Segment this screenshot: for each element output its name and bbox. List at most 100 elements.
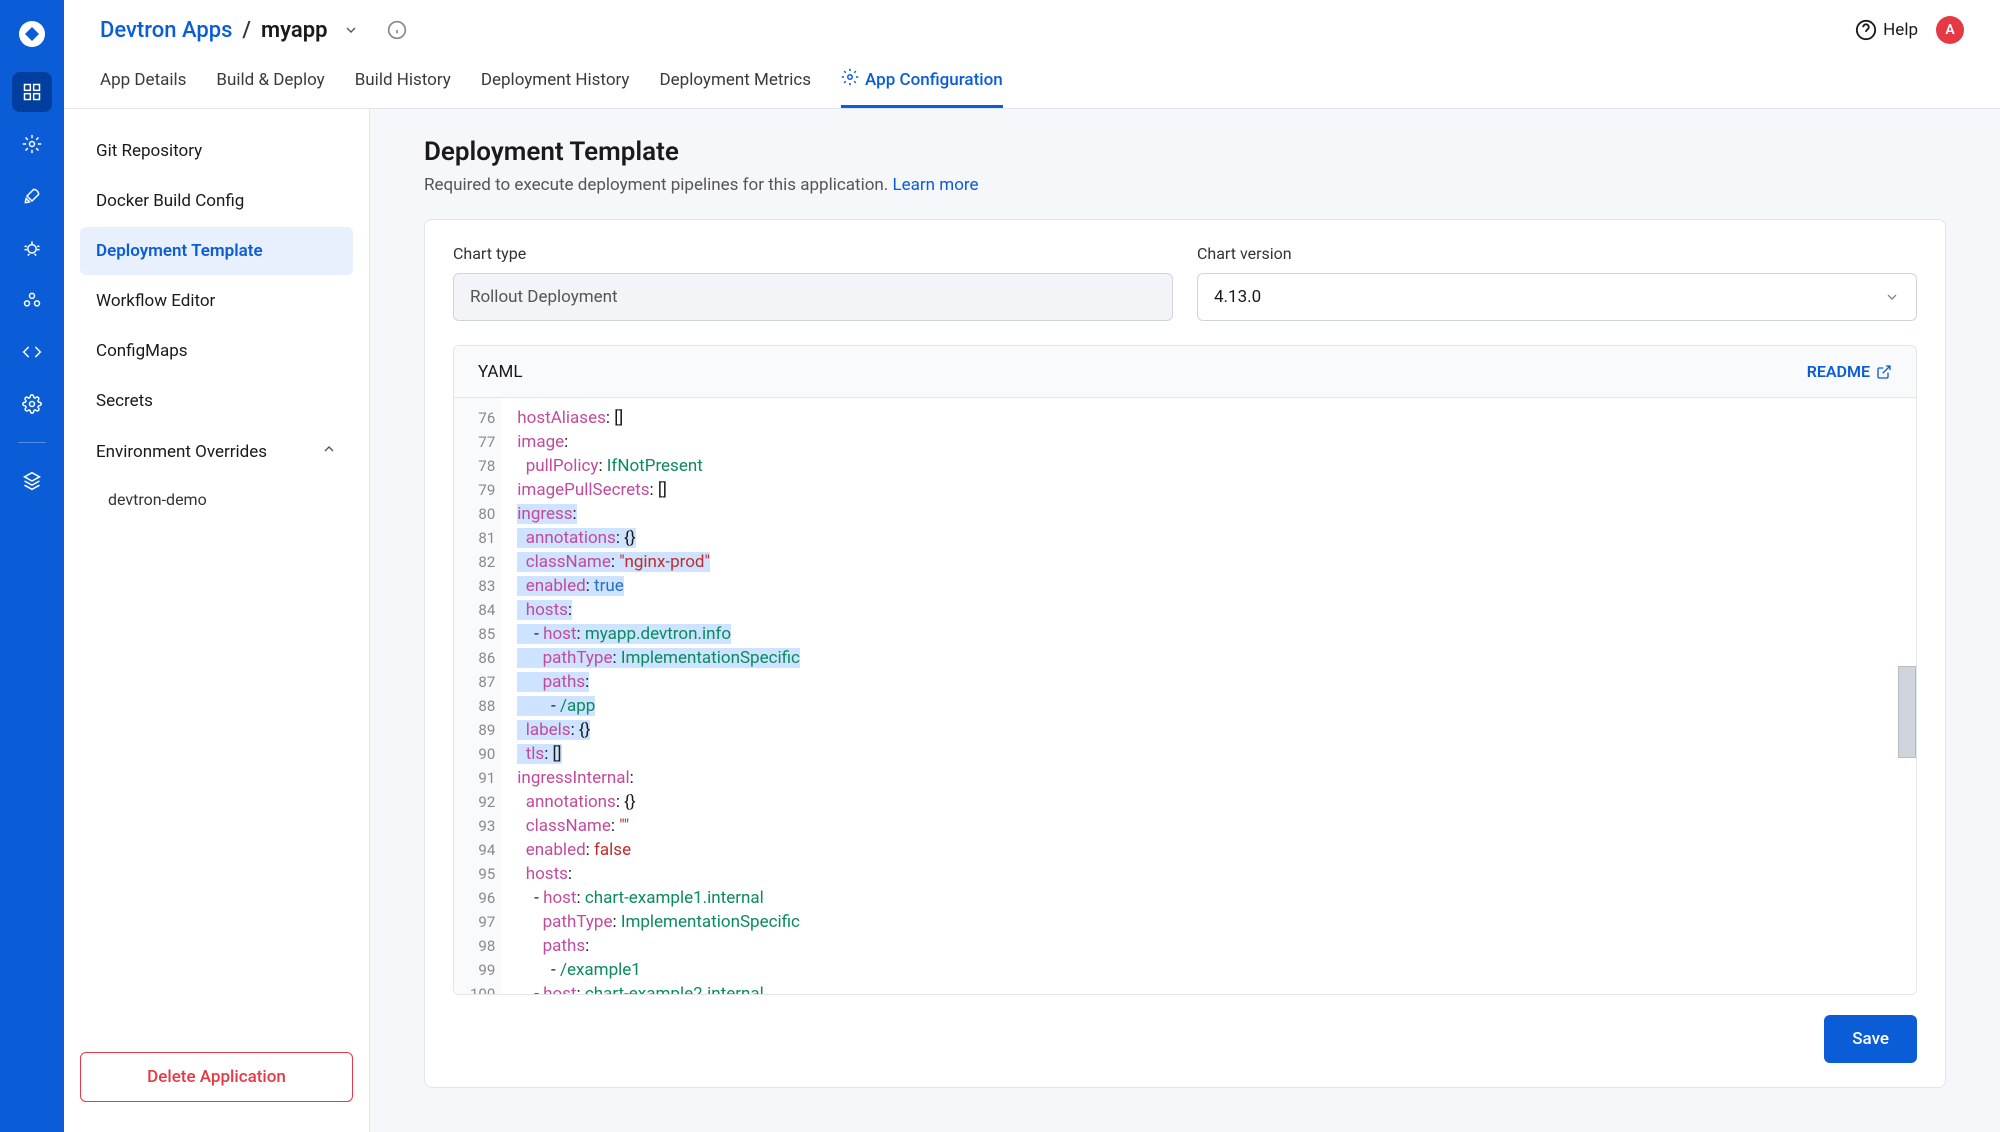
sidebar-item-git-repository[interactable]: Git Repository: [80, 127, 353, 175]
code-line[interactable]: paths:: [517, 934, 1900, 958]
code-line[interactable]: hostAliases: []: [517, 406, 1900, 430]
breadcrumb: Devtron Apps / myapp: [100, 18, 407, 43]
chevron-down-icon[interactable]: [343, 22, 359, 38]
chart-version-select[interactable]: 4.13.0: [1197, 273, 1917, 321]
content: Deployment Template Required to execute …: [370, 109, 2000, 1132]
code-line[interactable]: labels: {}: [517, 718, 1900, 742]
tab-build-history[interactable]: Build History: [355, 58, 451, 108]
code-line[interactable]: className: "": [517, 814, 1900, 838]
tab-label: Build History: [355, 70, 451, 90]
code-line[interactable]: className: "nginx-prod": [517, 550, 1900, 574]
code-line[interactable]: - /app: [517, 694, 1900, 718]
scrollbar-track[interactable]: [1898, 398, 1916, 994]
rail-code-icon[interactable]: [12, 332, 52, 372]
tab-deployment-metrics[interactable]: Deployment Metrics: [659, 58, 811, 108]
chart-card: Chart type Rollout Deployment Chart vers…: [424, 219, 1946, 1088]
page-title: Deployment Template: [424, 137, 1946, 167]
code-line[interactable]: tls: []: [517, 742, 1900, 766]
sidebar-item-label: Git Repository: [96, 141, 202, 161]
sidebar-sub-item[interactable]: devtron-demo: [80, 478, 353, 521]
code-line[interactable]: ingress:: [517, 502, 1900, 526]
code-line[interactable]: imagePullSecrets: []: [517, 478, 1900, 502]
tab-label: App Configuration: [865, 70, 1003, 90]
save-button[interactable]: Save: [1824, 1015, 1917, 1063]
chart-version-label: Chart version: [1197, 244, 1917, 263]
page-desc-text: Required to execute deployment pipelines…: [424, 175, 893, 195]
code-line[interactable]: enabled: true: [517, 574, 1900, 598]
rail-stack-icon[interactable]: [12, 280, 52, 320]
code-line[interactable]: - /example1: [517, 958, 1900, 982]
chart-type-select: Rollout Deployment: [453, 273, 1173, 321]
code-line[interactable]: paths:: [517, 670, 1900, 694]
readme-link[interactable]: README: [1807, 362, 1892, 381]
rail-apps-icon[interactable]: [12, 72, 52, 112]
tab-label: Deployment History: [481, 70, 630, 90]
sidebar-item-docker-build-config[interactable]: Docker Build Config: [80, 177, 353, 225]
tab-deployment-history[interactable]: Deployment History: [481, 58, 630, 108]
nav-rail: [0, 0, 64, 1132]
tab-build-deploy[interactable]: Build & Deploy: [216, 58, 324, 108]
sidebar-item-label: Workflow Editor: [96, 291, 215, 311]
user-avatar[interactable]: A: [1936, 16, 1964, 44]
sidebar-item-label: ConfigMaps: [96, 341, 188, 361]
delete-application-button[interactable]: Delete Application: [80, 1052, 353, 1102]
code-line[interactable]: annotations: {}: [517, 526, 1900, 550]
rail-bug-icon[interactable]: [12, 228, 52, 268]
code-line[interactable]: image:: [517, 430, 1900, 454]
config-sidebar: Git Repository Docker Build Config Deploym…: [64, 109, 370, 1132]
breadcrumb-parent[interactable]: Devtron Apps: [100, 18, 232, 43]
info-icon[interactable]: [387, 20, 407, 40]
code-line[interactable]: ingressInternal:: [517, 766, 1900, 790]
gear-icon: [841, 68, 859, 91]
tab-app-configuration[interactable]: App Configuration: [841, 58, 1003, 108]
sidebar-item-label: Secrets: [96, 391, 153, 411]
help-button[interactable]: Help: [1855, 19, 1918, 41]
sidebar-item-label: Deployment Template: [96, 241, 263, 261]
scrollbar-thumb[interactable]: [1898, 666, 1916, 758]
tab-app-details[interactable]: App Details: [100, 58, 186, 108]
sidebar-item-label: Docker Build Config: [96, 191, 244, 211]
page-description: Required to execute deployment pipelines…: [424, 175, 1946, 195]
sidebar-item-label: Environment Overrides: [96, 442, 267, 462]
code-line[interactable]: - host: myapp.devtron.info: [517, 622, 1900, 646]
header: Devtron Apps / myapp Help A App Details B…: [64, 0, 2000, 109]
code-line[interactable]: pullPolicy: IfNotPresent: [517, 454, 1900, 478]
chevron-up-icon: [321, 441, 337, 462]
chevron-down-icon: [1884, 289, 1900, 305]
code-content[interactable]: hostAliases: []image: pullPolicy: IfNotP…: [501, 398, 1916, 994]
code-line[interactable]: annotations: {}: [517, 790, 1900, 814]
breadcrumb-current: myapp: [261, 18, 327, 43]
code-line[interactable]: hosts:: [517, 862, 1900, 886]
learn-more-link[interactable]: Learn more: [893, 175, 979, 195]
code-editor[interactable]: 7677787980818283848586878889909192939495…: [454, 398, 1916, 994]
sidebar-item-environment-overrides[interactable]: Environment Overrides: [80, 427, 353, 476]
rail-settings-icon[interactable]: [12, 124, 52, 164]
chart-version-value: 4.13.0: [1214, 287, 1261, 307]
code-line[interactable]: pathType: ImplementationSpecific: [517, 910, 1900, 934]
chart-type-label: Chart type: [453, 244, 1173, 263]
sidebar-item-secrets[interactable]: Secrets: [80, 377, 353, 425]
rail-layers-icon[interactable]: [12, 461, 52, 501]
external-link-icon: [1876, 364, 1892, 380]
line-gutter: 7677787980818283848586878889909192939495…: [454, 398, 501, 994]
help-label: Help: [1883, 20, 1918, 40]
chart-type-value: Rollout Deployment: [470, 287, 618, 307]
rail-rocket-icon[interactable]: [12, 176, 52, 216]
code-line[interactable]: enabled: false: [517, 838, 1900, 862]
readme-label: README: [1807, 362, 1870, 381]
sidebar-item-configmaps[interactable]: ConfigMaps: [80, 327, 353, 375]
code-line[interactable]: - host: chart-example1.internal: [517, 886, 1900, 910]
sidebar-item-deployment-template[interactable]: Deployment Template: [80, 227, 353, 275]
yaml-tab[interactable]: YAML: [478, 348, 523, 396]
tabs: App Details Build & Deploy Build History De…: [100, 58, 1964, 108]
code-line[interactable]: hosts:: [517, 598, 1900, 622]
tab-label: Build & Deploy: [216, 70, 324, 90]
sidebar-item-workflow-editor[interactable]: Workflow Editor: [80, 277, 353, 325]
code-line[interactable]: pathType: ImplementationSpecific: [517, 646, 1900, 670]
code-line[interactable]: - host: chart-example2.internal: [517, 982, 1900, 995]
rail-divider: [18, 442, 46, 443]
breadcrumb-sep: /: [242, 18, 251, 43]
rail-gear-icon[interactable]: [12, 384, 52, 424]
tab-label: App Details: [100, 70, 186, 90]
devtron-logo[interactable]: [14, 16, 50, 52]
